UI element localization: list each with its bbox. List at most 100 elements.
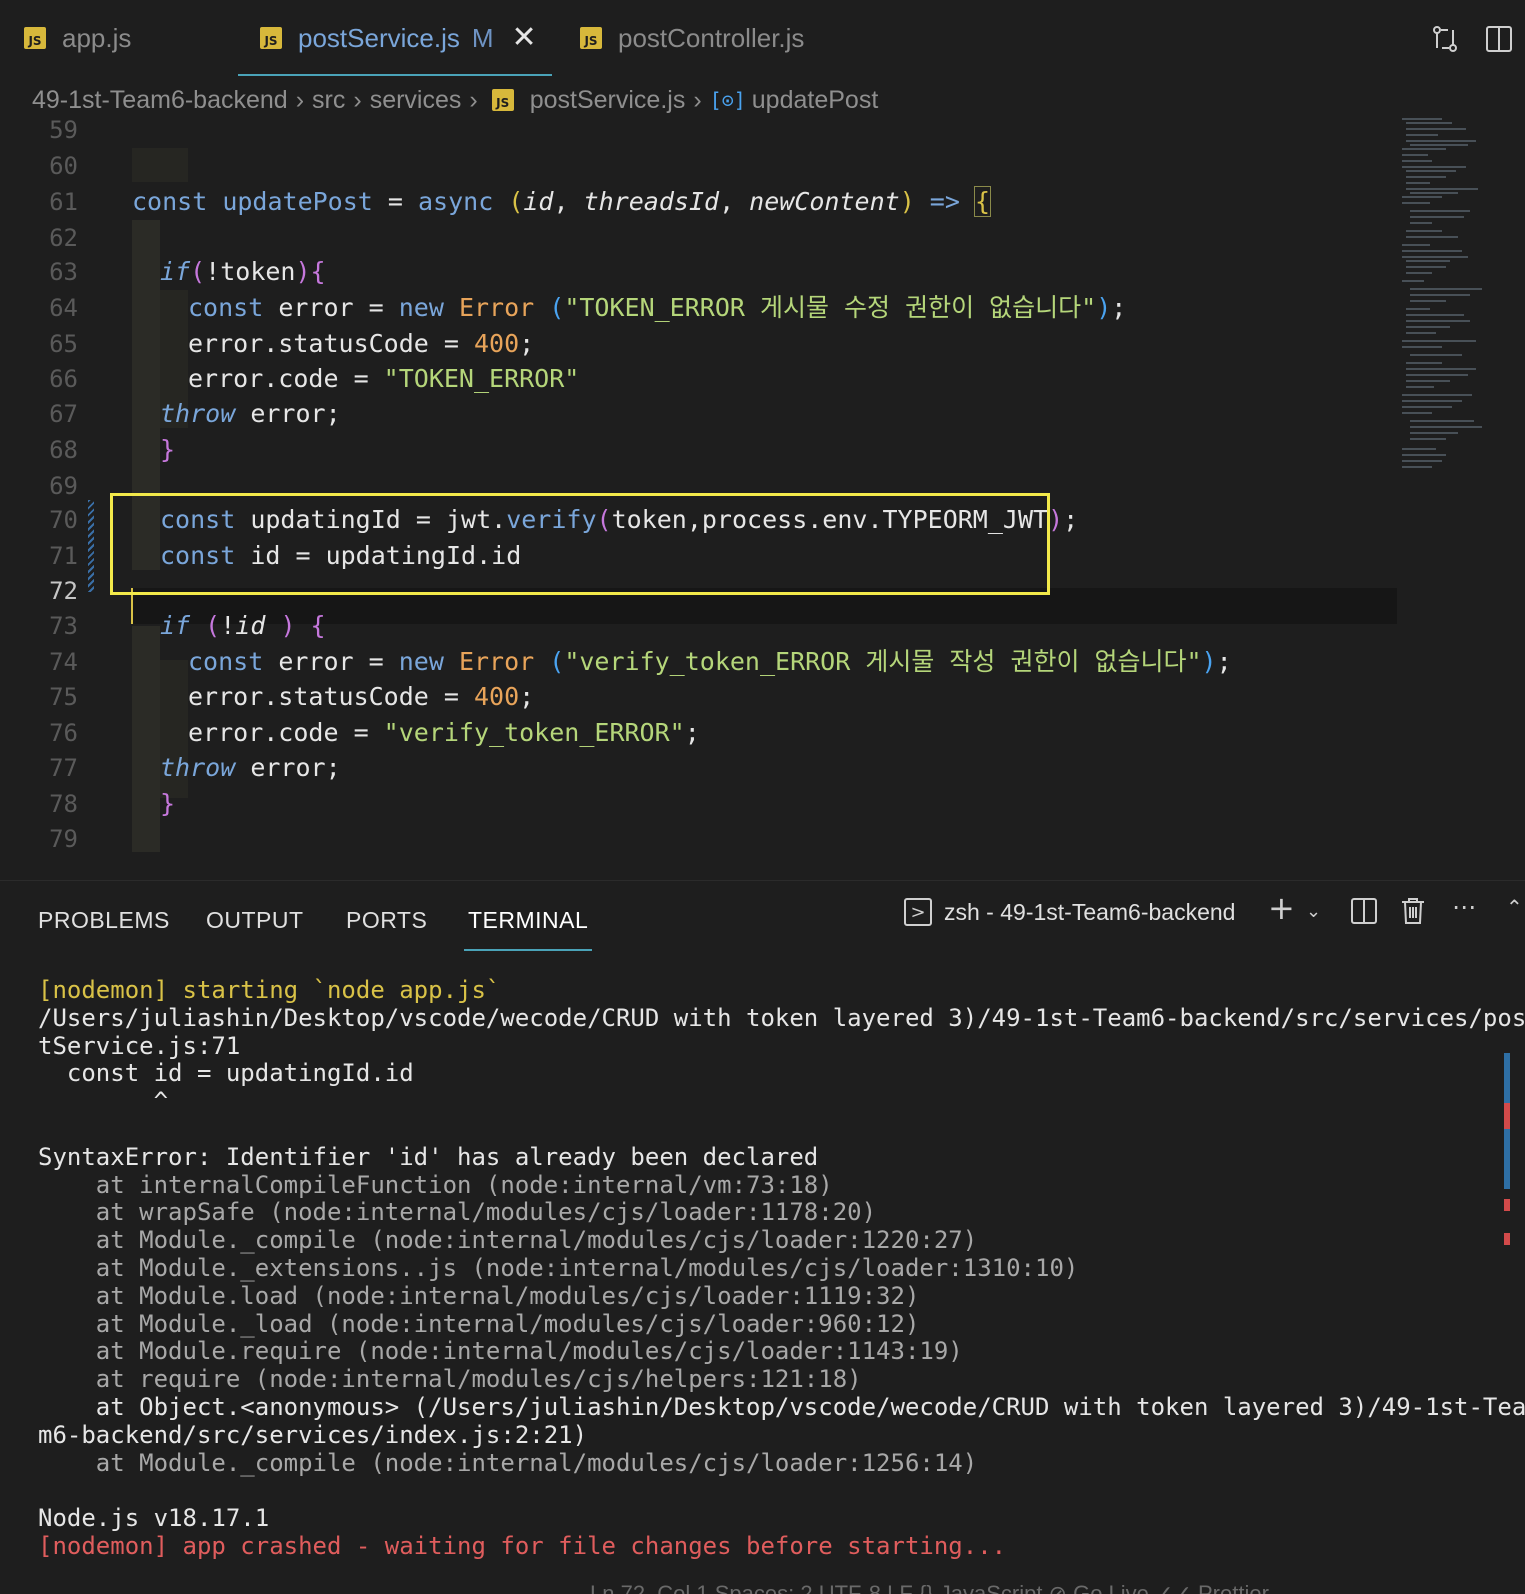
terminal-error-marker <box>1504 1103 1510 1129</box>
tab-app-js[interactable]: JS app.js <box>24 0 131 76</box>
minimap-line <box>1402 412 1432 414</box>
minimap-line <box>1410 420 1474 422</box>
chevron-down-icon[interactable]: ⌄ <box>1306 901 1321 922</box>
minimap-line <box>1402 202 1430 204</box>
annotation-highlight-box <box>110 493 1050 595</box>
split-icon[interactable] <box>1350 897 1378 929</box>
code-line-63: if(!token){ <box>160 257 326 286</box>
breadcrumb-item-services[interactable]: services <box>370 86 462 115</box>
line-number: 78 <box>49 790 78 818</box>
tab-problems[interactable]: PROBLEMS <box>38 907 170 934</box>
minimap-line <box>1402 196 1442 198</box>
close-icon[interactable]: ✕ <box>512 23 537 53</box>
terminal-line: at Module._extensions..js (node:internal… <box>38 1253 1079 1282</box>
minimap-line <box>1406 260 1450 262</box>
minimap-line <box>1410 192 1458 194</box>
minimap[interactable] <box>1402 118 1524 618</box>
minimap-line <box>1406 188 1478 190</box>
modified-indicator: M <box>471 22 494 53</box>
javascript-file-icon: JS <box>24 27 46 49</box>
tab-postcontroller-js[interactable]: JS postController.js <box>580 0 804 76</box>
minimap-line <box>1406 386 1434 388</box>
tab-ports[interactable]: PORTS <box>346 907 427 934</box>
line-number: 73 <box>49 612 78 640</box>
editor-tab-bar: JS app.js JS postService.js M ✕ JS postC… <box>0 0 1525 76</box>
terminal-selector[interactable]: > zsh - 49-1st-Team6-backend <box>904 895 1235 929</box>
gutter-modified-marker <box>88 500 94 592</box>
line-number: 66 <box>49 365 78 393</box>
chevron-right-icon: › <box>693 85 702 114</box>
line-number: 65 <box>49 330 78 358</box>
minimap-line <box>1410 300 1446 302</box>
line-number: 69 <box>49 472 78 500</box>
tab-terminal[interactable]: TERMINAL <box>463 907 593 951</box>
line-number: 70 <box>49 506 78 534</box>
line-number: 68 <box>49 436 78 464</box>
minimap-line <box>1406 326 1450 328</box>
code-line-64: const error = new Error ("TOKEN_ERROR 게시… <box>188 293 1127 322</box>
line-number: 74 <box>49 648 78 676</box>
code-editor[interactable]: 59 60 61 62 63 64 65 66 67 68 69 70 71 72 73 74 75 76 77 78… <box>0 118 1525 880</box>
terminal-name: zsh - 49-1st-Team6-backend <box>944 898 1236 925</box>
terminal-line: const id = updatingId.id <box>38 1059 414 1088</box>
split-editor-icon[interactable] <box>1484 24 1514 54</box>
breadcrumb-item-file[interactable]: postService.js <box>530 86 686 115</box>
minimap-line <box>1410 210 1470 212</box>
terminal-line: at Module._load (node:internal/modules/c… <box>38 1309 920 1338</box>
bottom-panel: PROBLEMS OUTPUT PORTS TERMINAL > zsh - 4… <box>0 880 1525 1594</box>
breadcrumb-item-project[interactable]: 49-1st-Team6-backend <box>32 86 288 115</box>
terminal-line: /Users/juliashin/Desktop/vscode/wecode/C… <box>38 1003 1525 1032</box>
terminal-line: at require (node:internal/modules/cjs/he… <box>38 1365 862 1394</box>
minimap-line <box>1402 256 1468 258</box>
minimap-line <box>1402 148 1446 150</box>
code-line-65: error.statusCode = 400; <box>188 329 535 358</box>
terminal-line: ^ <box>38 1087 169 1116</box>
terminal-icon: > <box>904 898 932 926</box>
line-number: 77 <box>49 754 78 782</box>
javascript-file-icon: JS <box>260 27 282 49</box>
terminal-output[interactable]: [nodemon] starting `node app.js`/Users/j… <box>38 976 1525 1561</box>
trash-icon[interactable] <box>1400 897 1426 929</box>
code-line-68: } <box>160 435 176 464</box>
tab-label: app.js <box>62 22 132 53</box>
minimap-line <box>1406 314 1464 316</box>
plus-icon[interactable]: + <box>1268 889 1295 927</box>
code-line-78: } <box>160 789 176 818</box>
tab-label: postController.js <box>618 22 805 53</box>
terminal-line: at Module._compile (node:internal/module… <box>38 1448 978 1477</box>
terminal-line: at Module.require (node:internal/modules… <box>38 1337 963 1366</box>
line-number: 67 <box>49 400 78 428</box>
minimap-line <box>1410 294 1470 296</box>
minimap-line <box>1402 346 1442 348</box>
minimap-line <box>1406 374 1468 376</box>
code-line-67: throw error; <box>160 399 341 428</box>
minimap-line <box>1406 320 1470 322</box>
chevron-right-icon: › <box>469 85 478 114</box>
terminal-error-marker <box>1504 1199 1510 1211</box>
terminal-line: at internalCompileFunction (node:interna… <box>38 1170 833 1199</box>
minimap-line <box>1410 432 1458 434</box>
chevron-up-icon[interactable]: ⌃ <box>1506 895 1523 919</box>
code-line-76: error.code = "verify_token_ERROR"; <box>188 718 700 747</box>
breadcrumb-item-symbol[interactable]: updatePost <box>752 86 879 115</box>
minimap-line <box>1406 368 1476 370</box>
terminal-line: Node.js v18.17.1 <box>38 1504 270 1533</box>
minimap-line <box>1406 122 1452 124</box>
terminal-line: SyntaxError: Identifier 'id' has already… <box>38 1142 819 1171</box>
minimap-line <box>1402 394 1472 396</box>
minimap-line <box>1410 222 1432 224</box>
minimap-line <box>1410 144 1468 146</box>
code-line-74: const error = new Error ("verify_token_E… <box>188 647 1232 676</box>
tab-postservice-js[interactable]: JS postService.js M ✕ <box>238 0 552 76</box>
compare-changes-icon[interactable] <box>1430 24 1460 54</box>
more-icon[interactable]: ⋯ <box>1452 893 1476 921</box>
terminal-error-marker <box>1504 1233 1510 1245</box>
tab-output[interactable]: OUTPUT <box>206 907 304 934</box>
code-line-75: error.statusCode = 400; <box>188 682 535 711</box>
breadcrumb-item-src[interactable]: src <box>312 86 345 115</box>
code-line-73: if (!id ) { <box>160 611 326 640</box>
minimap-line <box>1402 454 1446 456</box>
minimap-line <box>1406 266 1446 268</box>
